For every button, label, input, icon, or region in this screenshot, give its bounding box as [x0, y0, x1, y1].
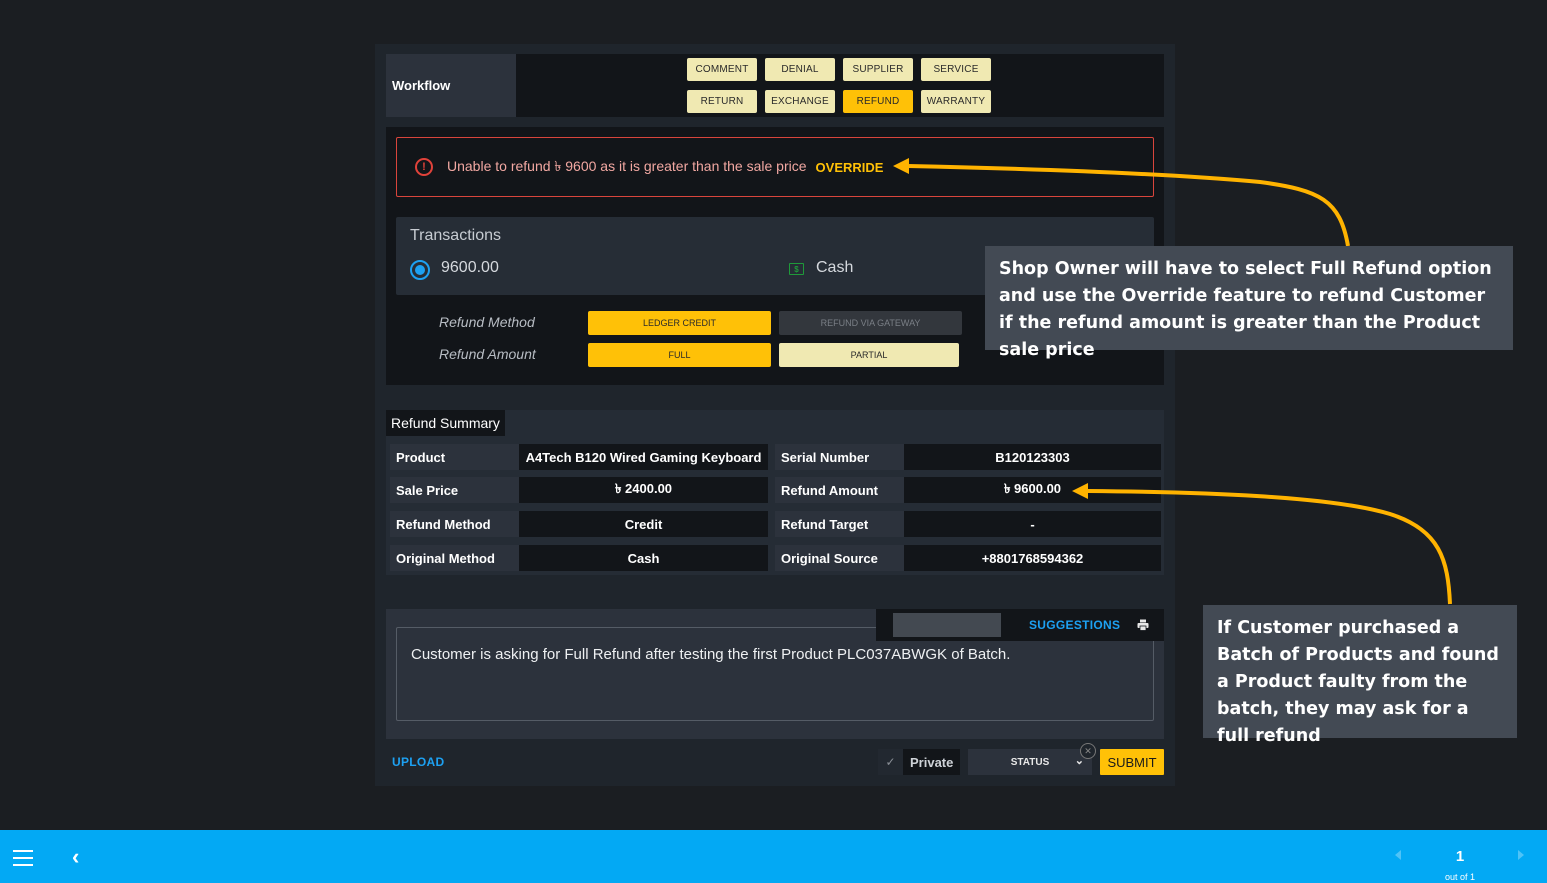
summary-value: ৳ 9600.00 [904, 477, 1161, 503]
printer-icon[interactable] [1137, 619, 1149, 631]
workflow-label: Workflow [386, 54, 516, 117]
note-search-input[interactable] [893, 613, 1001, 637]
summary-key: Serial Number [775, 444, 904, 470]
override-button[interactable]: OVERRIDE [816, 160, 884, 175]
back-chevron-icon[interactable]: ‹ [72, 844, 79, 870]
summary-key: Refund Amount [775, 477, 904, 503]
submit-button[interactable]: SUBMIT [1100, 749, 1164, 775]
summary-value: Credit [519, 511, 768, 537]
suggestions-button[interactable]: SUGGESTIONS [1029, 618, 1120, 632]
next-page-icon[interactable] [1518, 850, 1524, 860]
callout-batch-refund: If Customer purchased a Batch of Product… [1203, 605, 1517, 746]
workflow-denial-button[interactable]: DENIAL [765, 58, 835, 81]
note-textarea[interactable]: Customer is asking for Full Refund after… [396, 627, 1154, 721]
full-refund-button[interactable]: FULL [588, 343, 771, 367]
transaction-radio[interactable] [410, 260, 430, 280]
notes-section: Customer is asking for Full Refund after… [386, 609, 1164, 739]
private-label: Private [910, 754, 954, 770]
summary-key: Sale Price [390, 477, 519, 503]
summary-row: Product A4Tech B120 Wired Gaming Keyboar… [390, 444, 768, 470]
workflow-service-button[interactable]: SERVICE [921, 58, 991, 81]
check-icon: ✓ [878, 749, 903, 775]
summary-value: Cash [519, 545, 768, 571]
partial-refund-button[interactable]: PARTIAL [779, 343, 959, 367]
note-toolbar: SUGGESTIONS [876, 609, 1164, 641]
previous-page-icon[interactable] [1395, 850, 1401, 860]
workflow-supplier-button[interactable]: SUPPLIER [843, 58, 913, 81]
error-alert: ! Unable to refund ৳ 9600 as it is great… [396, 137, 1154, 197]
summary-key: Refund Target [775, 511, 904, 537]
status-select[interactable]: STATUS ⌄ [968, 749, 1092, 775]
status-label: STATUS [1010, 756, 1050, 768]
refund-amount-label: Refund Amount [439, 346, 536, 362]
summary-row: Refund Amount ৳ 9600.00 [775, 477, 1161, 503]
summary-key: Original Method [390, 545, 519, 571]
summary-value: A4Tech B120 Wired Gaming Keyboard [519, 444, 768, 470]
summary-value: ৳ 2400.00 [519, 477, 768, 503]
summary-key: Refund Method [390, 511, 519, 537]
summary-value: +8801768594362 [904, 545, 1161, 571]
summary-row: Sale Price ৳ 2400.00 [390, 477, 768, 503]
summary-value: B120123303 [904, 444, 1161, 470]
bottom-navigation-bar: ‹ 1 out of 1 [0, 830, 1547, 883]
refund-via-gateway-button[interactable]: REFUND VIA GATEWAY [779, 311, 962, 335]
workflow-warranty-button[interactable]: WARRANTY [921, 90, 991, 113]
alert-message: Unable to refund ৳ 9600 as it is greater… [447, 158, 807, 174]
private-checkbox[interactable]: ✓ Private [878, 749, 960, 775]
workflow-refund-button[interactable]: REFUND [843, 90, 913, 113]
note-footer: UPLOAD ✓ Private STATUS ⌄ ✕ SUBMIT [386, 743, 1164, 775]
summary-value: - [904, 511, 1161, 537]
summary-row: Original Method Cash [390, 545, 768, 571]
workflow-bar: Workflow COMMENT DENIAL SUPPLIER SERVICE… [386, 54, 1164, 117]
workflow-exchange-button[interactable]: EXCHANGE [765, 90, 835, 113]
clear-status-icon[interactable]: ✕ [1080, 743, 1096, 759]
hamburger-menu-icon[interactable] [13, 850, 33, 866]
summary-row: Serial Number B120123303 [775, 444, 1161, 470]
callout-full-refund-override: Shop Owner will have to select Full Refu… [985, 246, 1513, 360]
page-total: out of 1 [1444, 872, 1476, 882]
summary-row: Refund Target - [775, 511, 1161, 537]
exclamation-circle-icon: ! [415, 158, 433, 176]
workflow-return-button[interactable]: RETURN [687, 90, 757, 113]
ledger-credit-button[interactable]: LEDGER CREDIT [588, 311, 771, 335]
refund-summary-title: Refund Summary [386, 410, 505, 436]
workflow-comment-button[interactable]: COMMENT [687, 58, 757, 81]
summary-row: Refund Method Credit [390, 511, 768, 537]
summary-row: Original Source +8801768594362 [775, 545, 1161, 571]
refund-summary: Refund Summary Product A4Tech B120 Wired… [386, 410, 1164, 575]
transaction-amount: 9600.00 [441, 259, 499, 276]
workflow-buttons: COMMENT DENIAL SUPPLIER SERVICE RETURN E… [687, 58, 991, 113]
refund-method-label: Refund Method [439, 314, 535, 330]
current-page: 1 [1455, 848, 1465, 865]
summary-key: Original Source [775, 545, 904, 571]
upload-button[interactable]: UPLOAD [392, 755, 444, 769]
cash-icon: $ [789, 263, 804, 275]
transactions-title: Transactions [410, 227, 501, 244]
summary-key: Product [390, 444, 519, 470]
refund-panel: Workflow COMMENT DENIAL SUPPLIER SERVICE… [375, 44, 1175, 786]
transaction-method: Cash [816, 259, 854, 276]
